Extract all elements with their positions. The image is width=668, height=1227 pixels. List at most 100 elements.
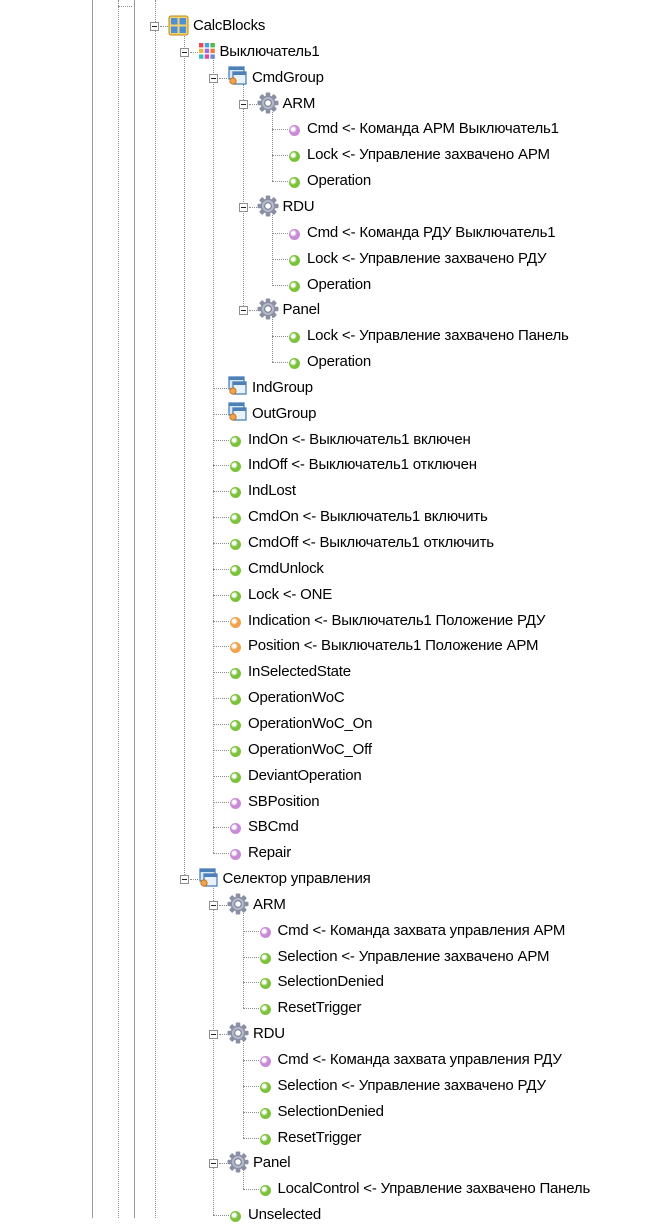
tree-node-label: Position <- Выключатель1 Положение АРМ <box>248 637 539 655</box>
tree-node-gear[interactable] <box>0 298 668 322</box>
status-dot-green-icon <box>230 435 241 447</box>
collapse-toggle-icon[interactable] <box>238 202 248 212</box>
tree-guide-line <box>213 491 229 493</box>
tree-guide-line <box>219 1034 227 1036</box>
tree-node-gear[interactable] <box>0 195 668 219</box>
tree-guide-line <box>213 749 229 751</box>
tree-guide-line <box>213 827 229 829</box>
tree-guide-line <box>272 232 288 234</box>
collapse-toggle-icon[interactable] <box>150 22 159 31</box>
tree-guide-line <box>160 26 168 27</box>
tree-node-label: Cmd <- Команда захвата управления РДУ <box>277 1051 562 1068</box>
tree-node-group[interactable] <box>0 402 668 426</box>
collapse-toggle-icon[interactable] <box>179 875 189 885</box>
tree-node-group[interactable] <box>0 376 668 400</box>
status-dot-green-icon <box>230 719 241 731</box>
collapse-toggle-icon[interactable] <box>209 900 218 910</box>
status-dot-green-icon <box>230 771 241 783</box>
tree-guide-line <box>213 594 229 596</box>
tree-guide-line <box>189 879 198 881</box>
status-dot-orange-icon <box>230 616 241 628</box>
tree-node-dot[interactable] <box>0 841 668 865</box>
tree-node-label: Selection <- Управление захвачено АРМ <box>277 947 550 965</box>
tree-node-block[interactable] <box>0 14 668 38</box>
tree-node-dot[interactable] <box>0 583 668 607</box>
collapse-toggle-icon[interactable] <box>238 306 248 316</box>
collapse-toggle-icon[interactable] <box>209 1030 218 1040</box>
group-icon <box>227 66 247 90</box>
tree-node-gear[interactable] <box>0 1022 668 1046</box>
tree-node-dot[interactable] <box>0 815 668 839</box>
gear-icon <box>227 1022 249 1048</box>
status-dot-green-icon <box>289 254 300 266</box>
tree-guide-line <box>272 129 288 131</box>
collapse-toggle-icon[interactable] <box>209 73 218 83</box>
tree-guide-line <box>248 310 257 312</box>
tree-guide-line <box>213 672 229 674</box>
tree-node-label: CmdGroup <box>252 68 324 86</box>
tree-node-label: IndOff <- Выключатель1 отключен <box>248 456 477 474</box>
tree-node-label: Selection <- Управление захвачено РДУ <box>277 1076 546 1094</box>
tree-node-gear[interactable] <box>0 1151 668 1175</box>
tree-node-dot[interactable] <box>0 790 668 814</box>
tree-node-gear[interactable] <box>0 92 668 116</box>
collapse-toggle-icon[interactable] <box>179 47 189 57</box>
tree-node-gear[interactable] <box>0 893 668 917</box>
gear-icon <box>227 1151 249 1177</box>
tree-node-label: Lock <- Управление захвачено АРМ <box>307 146 550 164</box>
tree-node-label: CalcBlocks <box>193 17 266 34</box>
status-dot-green-icon <box>230 564 241 576</box>
tree-node-label: SBCmd <box>248 818 299 836</box>
status-dot-green-icon <box>289 280 300 292</box>
tree-node-label: Operation <box>307 275 372 293</box>
tree-node-label: Panel <box>282 301 321 319</box>
collapse-toggle-icon[interactable] <box>209 1159 218 1169</box>
tree-node-label: Indication <- Выключатель1 Положение РДУ <box>248 611 546 629</box>
tree-guide-line <box>242 982 259 984</box>
tree-node-label: OperationWoC_On <box>248 714 373 732</box>
tree-node-grid[interactable] <box>0 40 668 64</box>
tree-guide-line <box>242 1111 259 1113</box>
tree-node-label: ResetTrigger <box>277 999 362 1017</box>
status-dot-green-icon <box>259 1004 271 1016</box>
tree-guide-line <box>272 362 288 364</box>
tree-node-dot[interactable] <box>0 1203 668 1227</box>
collapse-toggle-icon[interactable] <box>238 99 248 109</box>
tree-node-label: Выключатель1 <box>219 42 320 60</box>
tree-guide-line <box>272 155 288 157</box>
tree-guide-line <box>272 336 288 338</box>
tree-node-group[interactable] <box>0 66 668 90</box>
tree-guide-line <box>272 258 288 260</box>
tree-guide-line <box>213 413 227 415</box>
tree-node-label: RDU <box>282 197 315 215</box>
tree-guide-line <box>213 698 229 700</box>
status-dot-green-icon <box>230 745 241 757</box>
tree-node-label: OperationWoC_Off <box>248 740 372 758</box>
status-dot-green-icon <box>230 539 241 550</box>
project-tree-view[interactable]: CalcBlocks Выключатель1 CmdGroup ARM Cmd <- … <box>0 0 668 1223</box>
tree-guide-line <box>213 620 229 622</box>
tree-node-label: SBPosition <box>248 792 320 810</box>
tree-node-label: ARM <box>282 94 316 112</box>
group-icon <box>198 867 218 892</box>
tree-node-dot[interactable] <box>0 557 668 581</box>
tree-guide-line <box>213 387 227 389</box>
status-dot-green-icon <box>259 1081 271 1093</box>
tree-guide-line <box>213 517 229 519</box>
tree-guide-line <box>213 465 229 467</box>
status-dot-green-icon <box>230 590 241 602</box>
tree-guide-line <box>213 801 229 803</box>
tree-node-label: SelectionDenied <box>277 973 384 991</box>
tree-node-label: OutGroup <box>252 404 317 422</box>
tree-node-dot[interactable] <box>0 479 668 503</box>
tree-guide-line <box>248 206 257 208</box>
status-dot-green-icon <box>259 978 271 990</box>
tree-node-label: InSelectedState <box>248 663 351 681</box>
tree-guide-line <box>213 568 229 570</box>
tree-guide-line <box>213 723 229 725</box>
tree-node-label: Cmd <- Команда захвата управления АРМ <box>277 921 566 939</box>
tree-guide-line <box>248 103 257 105</box>
status-dot-green-icon <box>289 358 300 370</box>
tree-node-label: Operation <box>307 172 372 190</box>
tree-guide-line <box>242 1008 259 1010</box>
